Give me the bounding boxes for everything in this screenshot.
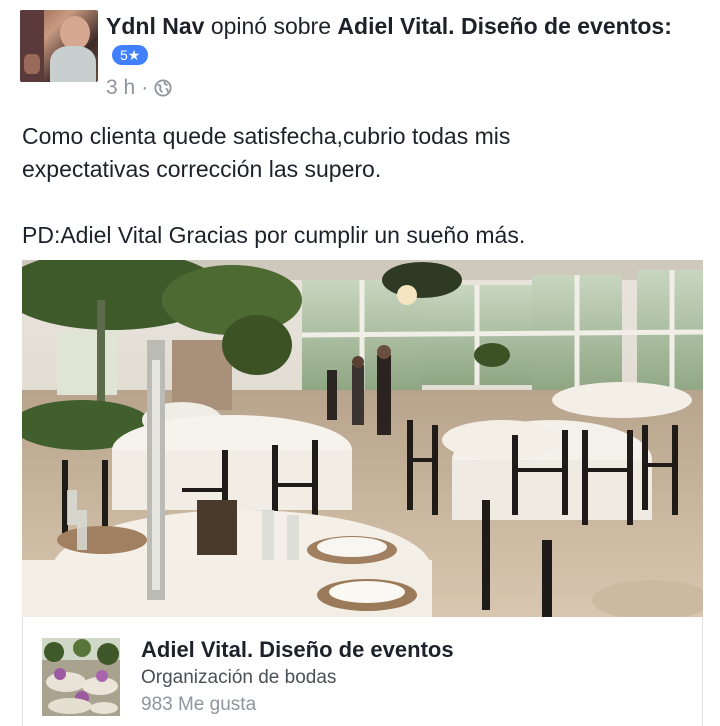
post-headline: Ydnl Nav opinó sobre Adiel Vital. Diseño… — [106, 12, 696, 70]
rating-badge: 5★ — [112, 45, 149, 65]
page-link-card[interactable]: Adiel Vital. Diseño de eventos Organizac… — [22, 617, 703, 726]
author-name[interactable]: Ydnl Nav — [106, 13, 204, 39]
page-thumbnail-image — [42, 638, 120, 716]
event-venue-photo — [22, 260, 703, 617]
timestamp[interactable]: 3 h — [106, 76, 135, 100]
post-body: Como clienta quede satisfecha,cubrio tod… — [22, 120, 692, 252]
page-name-link[interactable]: Adiel Vital. Diseño de eventos: — [337, 13, 671, 39]
page-title-link[interactable]: Adiel Vital. Diseño de eventos — [141, 637, 454, 663]
page-category: Organización de bodas — [141, 667, 337, 688]
globe-icon[interactable] — [154, 79, 172, 97]
post-text-line: expectativas corrección las supero. — [22, 156, 382, 182]
post-meta: 3 h · — [106, 76, 172, 100]
meta-separator: · — [141, 76, 149, 99]
page-likes-count: 983 Me gusta — [141, 694, 257, 715]
post-header: Ydnl Nav opinó sobre Adiel Vital. Diseño… — [20, 10, 700, 105]
page-thumbnail[interactable] — [42, 638, 120, 716]
post-photo[interactable] — [22, 260, 703, 617]
author-avatar[interactable] — [20, 10, 98, 82]
post-text-line: Como clienta quede satisfecha,cubrio tod… — [22, 123, 511, 149]
action-text: opinó sobre — [210, 13, 332, 39]
post-text-line: PD:Adiel Vital Gracias por cumplir un su… — [22, 222, 526, 248]
